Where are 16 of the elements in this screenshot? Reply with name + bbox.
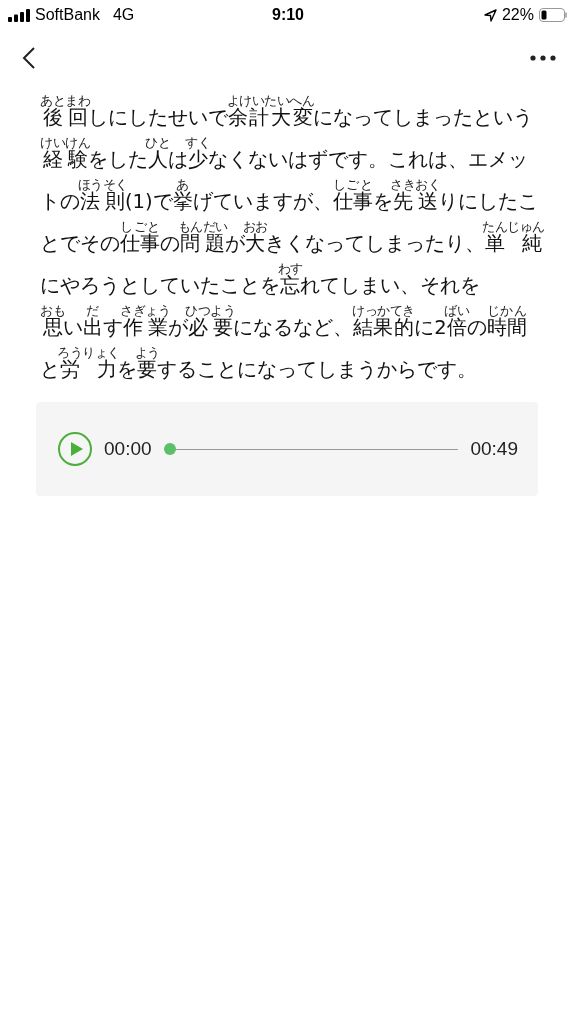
progress-slider[interactable]	[163, 442, 459, 456]
network-type: 4G	[112, 6, 135, 24]
play-button[interactable]	[58, 432, 92, 466]
elapsed-time: 00:00	[104, 438, 152, 460]
signal-icon	[8, 8, 30, 22]
chevron-left-icon	[22, 46, 36, 70]
play-icon	[69, 441, 84, 457]
slider-thumb[interactable]	[163, 443, 176, 455]
clock-time: 9:10	[272, 6, 304, 24]
three-dots-icon	[530, 55, 556, 61]
carrier-name: SoftBank	[35, 6, 100, 24]
paragraph: 後回 あとまわ しにしたせいで余計大変 よけいたいへん になってしまったという 経験 けいけん をした人 ひと は少 すく なくないはずです。これは、エメッ トの法則 ほうそく (1)で挙 あ げていますが、仕事 しごと を先送 さきおく りにしたこ とでその仕事 しごと の問題 もんだい が大 おお きくなってしまったり、単 純 たんじゅん にやろうとしていたことを忘 わす れてしまい、それを 思 おも い出 だ す作業 さぎょう が必要 ひつよう になるなど、結果的 けっかてき に2倍 ばい の時間 じかん と 労 力 ろうりょく を要 よう することになってしまうからです。	[40, 94, 546, 383]
total-duration: 00:49	[470, 438, 518, 460]
location-arrow-icon	[483, 8, 497, 22]
battery-icon	[539, 8, 568, 22]
battery-percent: 22%	[501, 6, 534, 24]
